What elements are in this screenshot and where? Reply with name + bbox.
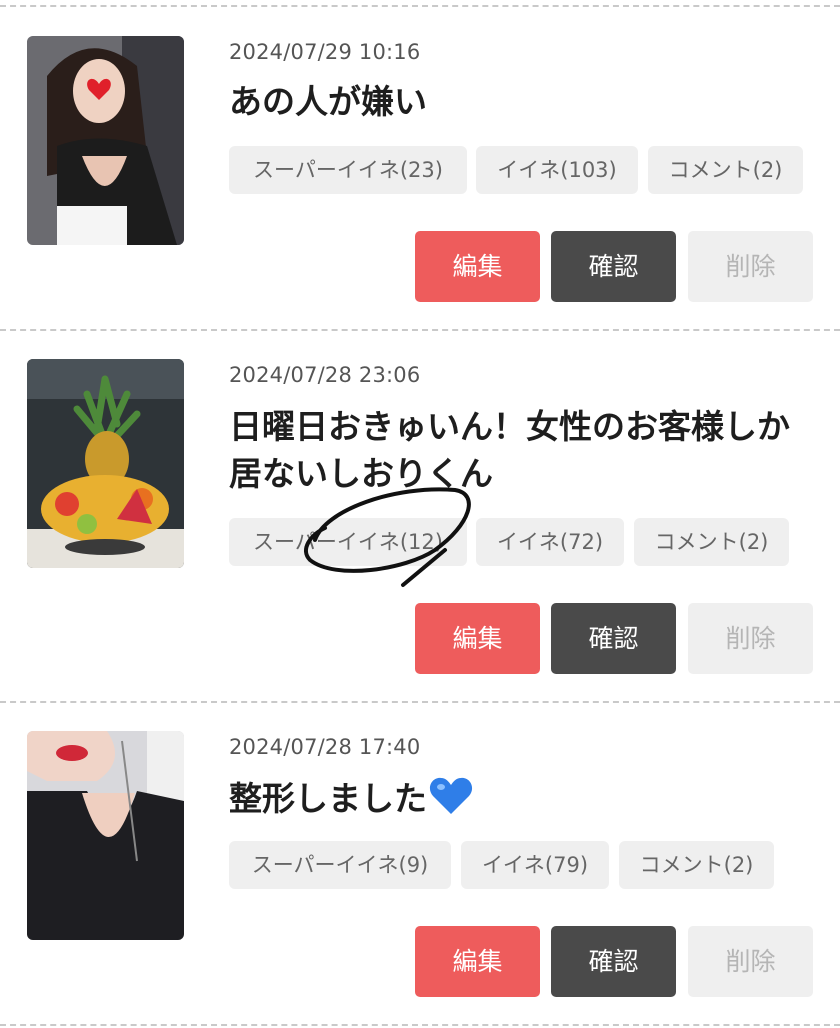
post-item-3: 2024/07/28 17:40 整形しました スーパーイイネ(9) イイネ(7… — [0, 731, 840, 1001]
photo-woman-image — [27, 36, 184, 245]
edit-button[interactable]: 編集 — [415, 603, 540, 674]
delete-button[interactable]: 削除 — [688, 603, 813, 674]
post-thumbnail[interactable] — [27, 36, 184, 245]
blue-heart-icon — [429, 776, 473, 828]
photo-fruit-basket-image — [27, 359, 184, 568]
super-like-count[interactable]: スーパーイイネ(23) — [229, 146, 467, 194]
post-title-text: 整形しました — [229, 779, 427, 818]
comment-count[interactable]: コメント(2) — [634, 518, 789, 566]
edit-button[interactable]: 編集 — [415, 926, 540, 997]
edit-button[interactable]: 編集 — [415, 231, 540, 302]
post-item-1: 2024/07/29 10:16 あの人が嫌い スーパーイイネ(23) イイネ(… — [0, 36, 840, 306]
super-like-count[interactable]: スーパーイイネ(12) — [229, 518, 467, 566]
like-count[interactable]: イイネ(103) — [476, 146, 638, 194]
post-thumbnail[interactable] — [27, 359, 184, 568]
post-title[interactable]: 整形しました — [229, 775, 819, 828]
confirm-button[interactable]: 確認 — [551, 926, 676, 997]
post-thumbnail[interactable] — [27, 731, 184, 940]
divider-2 — [0, 701, 840, 703]
confirm-button[interactable]: 確認 — [551, 603, 676, 674]
divider-1 — [0, 329, 840, 331]
post-title[interactable]: 日曜日おきゅいん！女性のお客様しか居ないしおりくん — [229, 403, 819, 497]
post-date: 2024/07/29 10:16 — [229, 40, 421, 64]
comment-count[interactable]: コメント(2) — [648, 146, 803, 194]
divider-bottom — [0, 1024, 840, 1026]
like-count[interactable]: イイネ(79) — [461, 841, 609, 889]
confirm-button[interactable]: 確認 — [551, 231, 676, 302]
post-title[interactable]: あの人が嫌い — [229, 78, 819, 125]
like-count[interactable]: イイネ(72) — [476, 518, 624, 566]
delete-button[interactable]: 削除 — [688, 231, 813, 302]
post-item-2: 2024/07/28 23:06 日曜日おきゅいん！女性のお客様しか居ないしおり… — [0, 359, 840, 679]
super-like-count[interactable]: スーパーイイネ(9) — [229, 841, 451, 889]
post-date: 2024/07/28 23:06 — [229, 363, 421, 387]
divider-top — [0, 5, 840, 7]
photo-woman-image — [27, 731, 184, 940]
post-date: 2024/07/28 17:40 — [229, 735, 421, 759]
delete-button[interactable]: 削除 — [688, 926, 813, 997]
comment-count[interactable]: コメント(2) — [619, 841, 774, 889]
